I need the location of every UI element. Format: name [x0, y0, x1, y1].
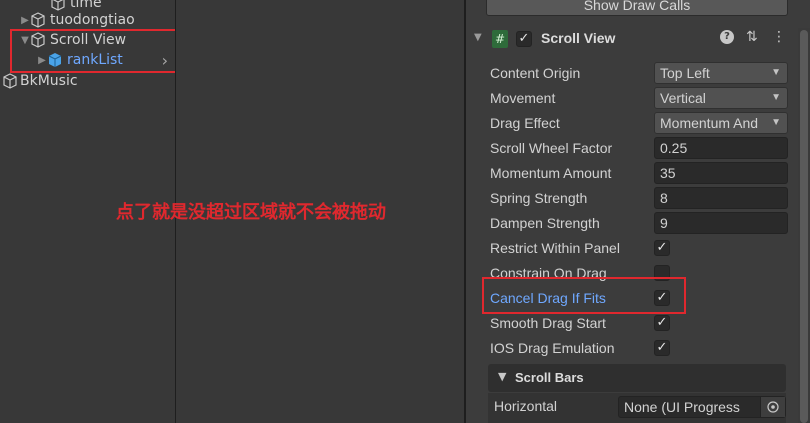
- ios-drag-emulation-checkbox[interactable]: ✓: [654, 340, 670, 356]
- restrict-within-panel-label: Restrict Within Panel: [490, 240, 620, 256]
- horizontal-object-field[interactable]: None (UI Progress: [618, 396, 786, 418]
- spring-strength-label: Spring Strength: [490, 190, 588, 206]
- dampen-strength-input[interactable]: 9: [654, 212, 788, 234]
- drag-effect-dropdown[interactable]: Momentum And Spring ▼: [654, 112, 788, 134]
- movement-dropdown[interactable]: Vertical ▼: [654, 87, 788, 109]
- scrollbar-thumb[interactable]: [800, 30, 808, 423]
- content-origin-label: Content Origin: [490, 65, 581, 81]
- scroll-bars-label: Scroll Bars: [515, 370, 584, 385]
- component-title: Scroll View: [541, 30, 616, 46]
- momentum-amount-input[interactable]: 35: [654, 162, 788, 184]
- gameobject-icon: [31, 12, 45, 28]
- hierarchy-item-bkmusic[interactable]: BkMusic: [2, 71, 78, 91]
- smooth-drag-start-checkbox[interactable]: ✓: [654, 315, 670, 331]
- foldout-arrow-icon[interactable]: ▼: [474, 32, 482, 43]
- gameobject-icon: [3, 73, 17, 89]
- dropdown-value: Top Left: [660, 65, 710, 81]
- dropdown-arrow-icon: ▼: [769, 113, 781, 133]
- ios-drag-emulation-label: IOS Drag Emulation: [490, 340, 615, 356]
- scroll-bars-foldout[interactable]: ▼ Scroll Bars: [488, 364, 786, 392]
- spring-strength-input[interactable]: 8: [654, 187, 788, 209]
- expand-triangle-icon[interactable]: ▶: [20, 14, 30, 26]
- annotation-text: 点了就是没超过区域就不会被拖动: [116, 202, 386, 223]
- drag-effect-label: Drag Effect: [490, 115, 560, 131]
- component-enabled-checkbox[interactable]: ✓: [516, 31, 532, 47]
- dropdown-value: Vertical: [660, 90, 706, 106]
- restrict-within-panel-checkbox[interactable]: ✓: [654, 240, 670, 256]
- scroll-bars-content: Horizontal None (UI Progress: [488, 393, 786, 423]
- show-draw-calls-button[interactable]: Show Draw Calls: [486, 0, 788, 16]
- highlight-box: [10, 29, 180, 73]
- hierarchy-item-label: BkMusic: [20, 73, 78, 89]
- object-field-value: None (UI Progress: [624, 399, 740, 415]
- hierarchy-item-tuodongtiao[interactable]: ▶ tuodongtiao: [20, 10, 135, 30]
- scroll-wheel-factor-label: Scroll Wheel Factor: [490, 140, 613, 156]
- smooth-drag-start-label: Smooth Drag Start: [490, 315, 606, 331]
- foldout-arrow-icon: ▼: [498, 370, 507, 383]
- horizontal-label: Horizontal: [494, 398, 558, 414]
- dropdown-value: Momentum And Spring: [660, 115, 759, 131]
- highlight-box: [482, 277, 686, 314]
- dropdown-arrow-icon: ▼: [771, 92, 781, 103]
- target-icon: [767, 401, 779, 413]
- content-origin-dropdown[interactable]: Top Left ▼: [654, 62, 788, 84]
- dampen-strength-label: Dampen Strength: [490, 215, 600, 231]
- movement-label: Movement: [490, 90, 556, 106]
- inspector-scrollbar[interactable]: [798, 28, 810, 423]
- script-icon: #: [492, 30, 508, 48]
- preset-icon[interactable]: ⇅: [746, 29, 758, 45]
- help-icon[interactable]: ?: [720, 30, 734, 44]
- context-menu-icon[interactable]: ⋮: [772, 29, 786, 45]
- hierarchy-item-label: tuodongtiao: [50, 12, 135, 28]
- object-picker-button[interactable]: [760, 397, 785, 417]
- component-header: ▼ # ✓ Scroll View ? ⇅ ⋮: [466, 27, 796, 53]
- scroll-wheel-factor-input[interactable]: 0.25: [654, 137, 788, 159]
- inspector-panel: Show Draw Calls ▼ # ✓ Scroll View ? ⇅ ⋮ …: [466, 0, 810, 423]
- momentum-amount-label: Momentum Amount: [490, 165, 612, 181]
- dropdown-arrow-icon: ▼: [771, 67, 781, 78]
